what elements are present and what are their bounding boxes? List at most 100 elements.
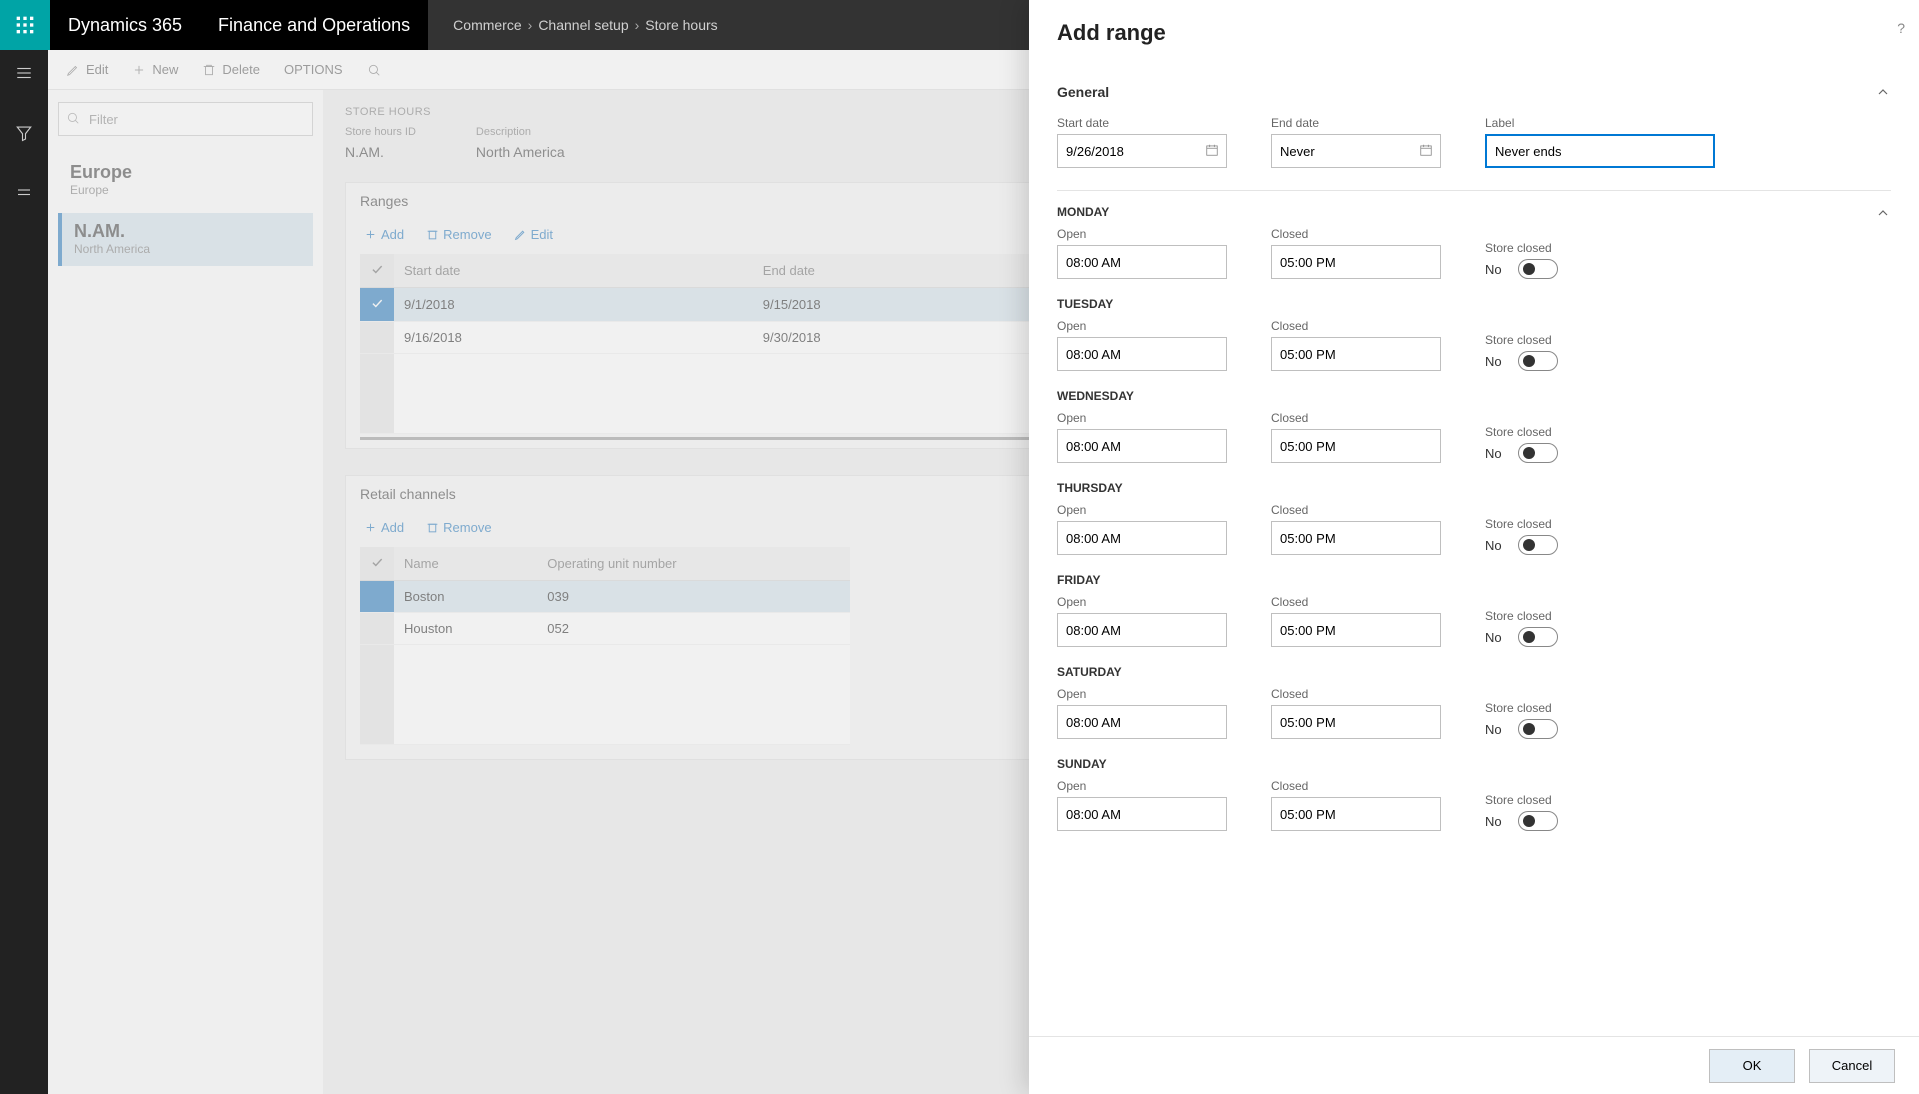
col-header[interactable]: Name xyxy=(394,547,537,581)
breadcrumb-item[interactable]: Channel setup xyxy=(538,17,628,33)
plus-icon xyxy=(364,228,377,241)
day-name: MONDAY xyxy=(1057,205,1891,219)
field-label: Label xyxy=(1485,116,1715,130)
day-block: THURSDAY Open Closed Store closed No xyxy=(1057,481,1891,555)
help-button[interactable]: ? xyxy=(1897,20,1905,36)
col-header[interactable]: Start date xyxy=(394,254,753,288)
ok-button[interactable]: OK xyxy=(1709,1049,1795,1083)
toggle-value: No xyxy=(1485,446,1502,461)
list-icon xyxy=(15,184,33,202)
search-button[interactable] xyxy=(357,59,391,81)
close-time-input[interactable] xyxy=(1271,521,1441,555)
row-checkbox[interactable] xyxy=(360,288,394,322)
field-label: Open xyxy=(1057,595,1227,609)
select-all-header[interactable] xyxy=(360,547,394,581)
toggle-value: No xyxy=(1485,722,1502,737)
day-block: FRIDAY Open Closed Store closed No xyxy=(1057,573,1891,647)
store-closed-toggle[interactable] xyxy=(1518,811,1558,831)
calendar-icon[interactable] xyxy=(1205,143,1219,157)
col-header[interactable]: Operating unit number xyxy=(537,547,850,581)
collapse-section-button[interactable] xyxy=(1875,84,1891,105)
check-icon xyxy=(370,555,384,569)
close-time-input[interactable] xyxy=(1271,245,1441,279)
table-row[interactable]: Boston 039 xyxy=(360,581,850,613)
open-time-input[interactable] xyxy=(1057,429,1227,463)
add-range-panel: ? Add range General Start date End date xyxy=(1029,0,1919,1094)
options-button[interactable]: OPTIONS xyxy=(274,58,353,81)
breadcrumb-item[interactable]: Store hours xyxy=(645,17,717,33)
breadcrumb-item[interactable]: Commerce xyxy=(453,17,521,33)
filter-input[interactable] xyxy=(58,102,313,136)
open-time-input[interactable] xyxy=(1057,613,1227,647)
field-label: Open xyxy=(1057,227,1227,241)
close-time-input[interactable] xyxy=(1271,797,1441,831)
nav-item-title: Europe xyxy=(70,162,301,183)
trash-icon xyxy=(202,63,216,77)
remove-channel-button[interactable]: Remove xyxy=(418,516,499,539)
toggle-value: No xyxy=(1485,538,1502,553)
field-label: Open xyxy=(1057,411,1227,425)
store-closed-toggle[interactable] xyxy=(1518,627,1558,647)
cell-start: 9/1/2018 xyxy=(394,288,753,322)
panel-title: Add range xyxy=(1057,20,1891,46)
add-range-button[interactable]: Add xyxy=(356,223,412,246)
menu-button[interactable] xyxy=(13,62,35,84)
chevron-up-icon xyxy=(1875,205,1891,221)
remove-label: Remove xyxy=(443,520,491,535)
cancel-button[interactable]: Cancel xyxy=(1809,1049,1895,1083)
pencil-icon xyxy=(514,228,527,241)
close-time-input[interactable] xyxy=(1271,429,1441,463)
day-name: WEDNESDAY xyxy=(1057,389,1891,403)
store-closed-toggle[interactable] xyxy=(1518,443,1558,463)
store-closed-toggle[interactable] xyxy=(1518,719,1558,739)
open-time-input[interactable] xyxy=(1057,245,1227,279)
close-time-input[interactable] xyxy=(1271,613,1441,647)
field-label: Store closed xyxy=(1485,425,1558,439)
pencil-icon xyxy=(66,63,80,77)
field-label: Start date xyxy=(1057,116,1227,130)
check-icon xyxy=(370,262,384,276)
row-checkbox[interactable] xyxy=(360,581,394,613)
label-input[interactable] xyxy=(1485,134,1715,168)
cell-unit: 052 xyxy=(537,613,850,645)
day-name: THURSDAY xyxy=(1057,481,1891,495)
funnel-icon xyxy=(15,124,33,142)
add-channel-button[interactable]: Add xyxy=(356,516,412,539)
nav-item-nam[interactable]: N.AM. North America xyxy=(58,213,313,266)
trash-icon xyxy=(426,521,439,534)
field-label: Closed xyxy=(1271,411,1441,425)
open-time-input[interactable] xyxy=(1057,521,1227,555)
channels-table: Name Operating unit number Boston 039 Ho… xyxy=(360,547,850,745)
edit-button[interactable]: Edit xyxy=(56,58,118,81)
day-block: SATURDAY Open Closed Store closed No xyxy=(1057,665,1891,739)
row-checkbox[interactable] xyxy=(360,322,394,354)
chevron-right-icon: › xyxy=(528,17,533,33)
close-time-input[interactable] xyxy=(1271,337,1441,371)
remove-range-button[interactable]: Remove xyxy=(418,223,499,246)
open-time-input[interactable] xyxy=(1057,797,1227,831)
open-time-input[interactable] xyxy=(1057,337,1227,371)
row-checkbox[interactable] xyxy=(360,613,394,645)
table-row[interactable]: Houston 052 xyxy=(360,613,850,645)
end-date-input[interactable] xyxy=(1271,134,1441,168)
store-closed-toggle[interactable] xyxy=(1518,535,1558,555)
delete-button[interactable]: Delete xyxy=(192,58,270,81)
calendar-icon[interactable] xyxy=(1419,143,1433,157)
select-all-header[interactable] xyxy=(360,254,394,288)
app-launcher-button[interactable] xyxy=(0,0,50,50)
filter-button[interactable] xyxy=(13,122,35,144)
edit-range-button[interactable]: Edit xyxy=(506,223,561,246)
close-time-input[interactable] xyxy=(1271,705,1441,739)
toggle-value: No xyxy=(1485,354,1502,369)
collapse-section-button[interactable] xyxy=(1875,205,1891,226)
open-time-input[interactable] xyxy=(1057,705,1227,739)
start-date-input[interactable] xyxy=(1057,134,1227,168)
field-label: Store hours ID xyxy=(345,126,416,138)
store-closed-toggle[interactable] xyxy=(1518,259,1558,279)
store-closed-toggle[interactable] xyxy=(1518,351,1558,371)
edit-label: Edit xyxy=(86,62,108,77)
filter-wrap xyxy=(58,102,313,136)
new-button[interactable]: New xyxy=(122,58,188,81)
nav-item-europe[interactable]: Europe Europe xyxy=(58,154,313,207)
lines-button[interactable] xyxy=(13,182,35,204)
